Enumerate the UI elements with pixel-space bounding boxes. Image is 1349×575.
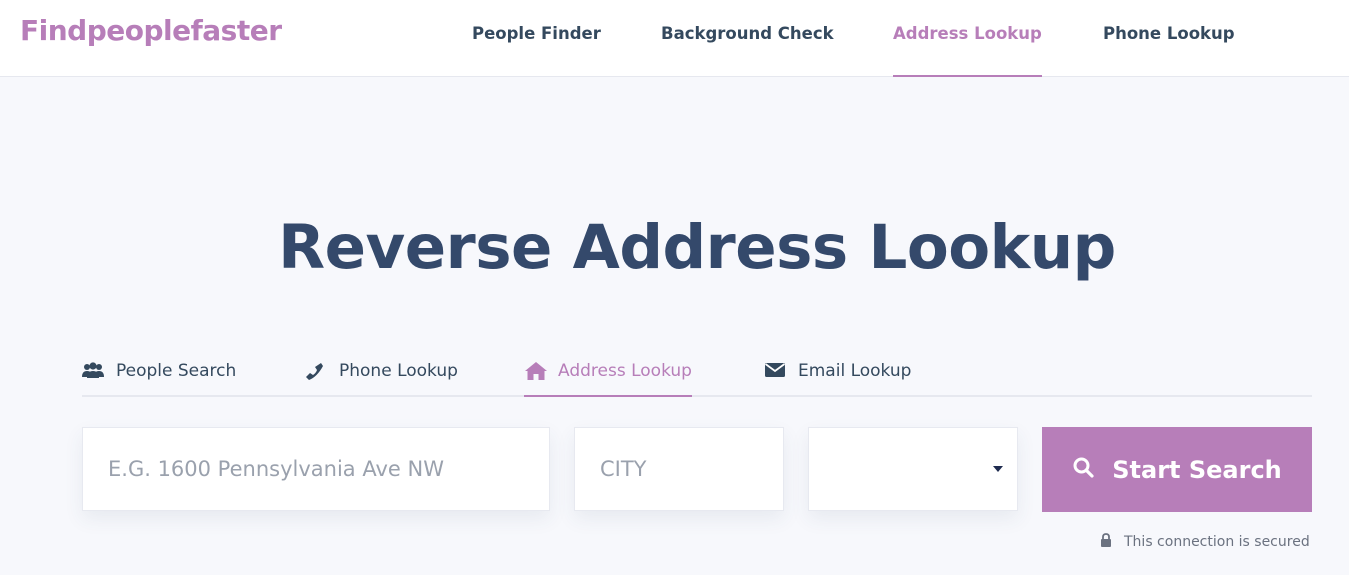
site-logo[interactable]: Findpeoplefaster xyxy=(20,14,282,47)
tab-address-lookup-label: Address Lookup xyxy=(558,361,692,381)
nav-phone-lookup[interactable]: Phone Lookup xyxy=(1103,24,1235,77)
city-input[interactable] xyxy=(575,428,783,510)
search-icon xyxy=(1072,456,1094,484)
tab-email-lookup[interactable]: Email Lookup xyxy=(764,357,911,397)
tab-phone-lookup-label: Phone Lookup xyxy=(339,361,458,381)
nav-people-finder[interactable]: People Finder xyxy=(472,24,601,77)
start-search-button[interactable]: Start Search xyxy=(1042,427,1312,512)
secure-connection-text: This connection is secured xyxy=(1124,534,1310,550)
start-search-label: Start Search xyxy=(1112,455,1282,484)
tab-phone-lookup[interactable]: Phone Lookup xyxy=(305,357,458,397)
tab-people-search[interactable]: People Search xyxy=(82,357,236,397)
address-field xyxy=(82,427,550,511)
state-select[interactable] xyxy=(808,427,1018,511)
tab-address-lookup[interactable]: Address Lookup xyxy=(524,357,692,397)
nav-address-lookup[interactable]: Address Lookup xyxy=(893,24,1042,77)
page-title: Reverse Address Lookup xyxy=(278,212,1116,283)
home-icon xyxy=(524,361,547,381)
phone-icon xyxy=(305,361,327,381)
envelope-icon xyxy=(764,361,786,381)
secure-connection-note: This connection is secured xyxy=(1100,533,1310,551)
nav-background-check[interactable]: Background Check xyxy=(661,24,834,77)
site-header: Findpeoplefaster People Finder Backgroun… xyxy=(0,0,1349,77)
chevron-down-icon xyxy=(993,466,1003,472)
search-tabs: People Search Phone Lookup Address Looku… xyxy=(82,357,1312,397)
users-icon xyxy=(82,361,104,381)
tab-people-search-label: People Search xyxy=(116,361,237,381)
address-input[interactable] xyxy=(83,428,549,510)
lock-icon xyxy=(1100,533,1112,551)
city-field xyxy=(574,427,784,511)
tab-email-lookup-label: Email Lookup xyxy=(798,361,912,381)
